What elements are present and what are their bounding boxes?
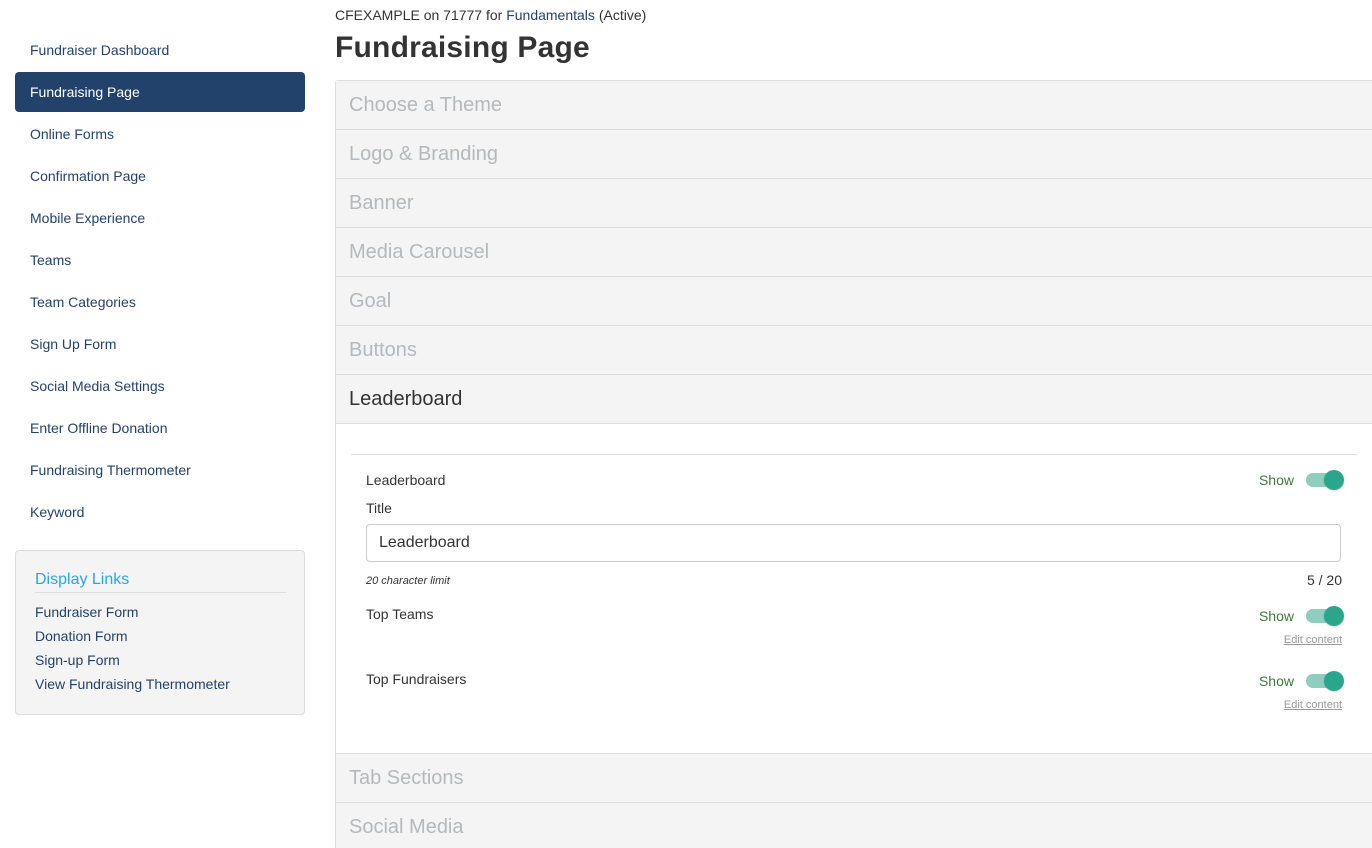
top-fundraisers-row: Top Fundraisers Show Edit content <box>351 669 1357 714</box>
section-logo-branding[interactable]: Logo & Branding <box>336 130 1372 179</box>
sidebar-item-fundraising-page[interactable]: Fundraising Page <box>15 72 305 112</box>
display-links-title: Display Links <box>35 571 286 593</box>
section-choose-theme[interactable]: Choose a Theme <box>336 81 1372 130</box>
sidebar-item-teams[interactable]: Teams <box>15 240 305 280</box>
character-counter: 5 / 20 <box>1306 572 1342 588</box>
section-tab-sections[interactable]: Tab Sections <box>336 754 1372 803</box>
campaign-link[interactable]: Fundamentals <box>506 7 595 23</box>
account-text: CFEXAMPLE on 71777 for <box>335 7 503 23</box>
title-hint-row: 20 character limit 5 / 20 <box>351 572 1357 588</box>
section-media-carousel[interactable]: Media Carousel <box>336 228 1372 277</box>
toggle-knob <box>1324 671 1344 691</box>
sidebar-item-fundraising-thermometer[interactable]: Fundraising Thermometer <box>15 450 305 490</box>
top-teams-edit-content-link[interactable]: Edit content <box>1284 633 1342 647</box>
display-link-fundraiser-form[interactable]: Fundraiser Form <box>35 600 285 624</box>
section-buttons[interactable]: Buttons <box>336 326 1372 375</box>
sidebar-item-keyword[interactable]: Keyword <box>15 492 305 532</box>
sidebar-item-sign-up-form[interactable]: Sign Up Form <box>15 324 305 364</box>
leaderboard-toggle-group: Show <box>1259 470 1344 490</box>
top-teams-label: Top Teams <box>366 606 434 622</box>
section-banner[interactable]: Banner <box>336 179 1372 228</box>
sidebar-item-fundraiser-dashboard[interactable]: Fundraiser Dashboard <box>15 30 305 70</box>
character-limit-hint: 20 character limit <box>366 575 450 587</box>
sidebar-item-mobile-experience[interactable]: Mobile Experience <box>15 198 305 238</box>
context-line: CFEXAMPLE on 71777 for Fundamentals (Act… <box>335 6 1372 24</box>
top-fundraisers-edit-content-link[interactable]: Edit content <box>1284 698 1342 712</box>
top-fundraisers-label: Top Fundraisers <box>366 671 467 687</box>
main-content: CFEXAMPLE on 71777 for Fundamentals (Act… <box>335 0 1372 848</box>
top-fundraisers-toggle-group: Show <box>1259 671 1344 691</box>
leaderboard-panel: Leaderboard Show Title 20 character limi… <box>336 424 1372 754</box>
top-teams-toggle[interactable] <box>1306 606 1344 626</box>
display-link-view-thermometer[interactable]: View Fundraising Thermometer <box>35 672 285 696</box>
sidebar-nav: Fundraiser Dashboard Fundraising Page On… <box>15 30 305 534</box>
sidebar-item-confirmation-page[interactable]: Confirmation Page <box>15 156 305 196</box>
panel-divider <box>351 454 1357 455</box>
toggle-knob <box>1324 606 1344 626</box>
title-input-row <box>351 524 1357 562</box>
top-fundraisers-toggle[interactable] <box>1306 671 1344 691</box>
display-link-sign-up-form[interactable]: Sign-up Form <box>35 648 285 672</box>
top-teams-row: Top Teams Show Edit content <box>351 604 1357 649</box>
sidebar-item-team-categories[interactable]: Team Categories <box>15 282 305 322</box>
leaderboard-toggle-row: Leaderboard Show <box>351 470 1357 490</box>
leaderboard-toggle[interactable] <box>1306 470 1344 490</box>
section-social-media[interactable]: Social Media <box>336 803 1372 848</box>
top-teams-toggle-group: Show <box>1259 606 1344 626</box>
top-fundraisers-show-label: Show <box>1258 673 1294 689</box>
section-goal[interactable]: Goal <box>336 277 1372 326</box>
display-links-panel: Display Links Fundraiser Form Donation F… <box>15 550 305 715</box>
toggle-knob <box>1324 470 1344 490</box>
leaderboard-title-input[interactable] <box>366 524 1341 562</box>
sidebar-item-social-media-settings[interactable]: Social Media Settings <box>15 366 305 406</box>
title-label-row: Title <box>351 500 1357 516</box>
section-leaderboard[interactable]: Leaderboard <box>336 375 1372 424</box>
title-label: Title <box>366 500 392 516</box>
page-title: Fundraising Page <box>335 31 590 64</box>
leaderboard-show-label: Show <box>1258 472 1294 488</box>
campaign-status: (Active) <box>598 7 647 23</box>
leaderboard-toggle-label: Leaderboard <box>366 472 446 488</box>
settings-accordion: Choose a Theme Logo & Branding Banner Me… <box>335 80 1372 848</box>
sidebar-item-online-forms[interactable]: Online Forms <box>15 114 305 154</box>
display-link-donation-form[interactable]: Donation Form <box>35 624 285 648</box>
sidebar-item-enter-offline-donation[interactable]: Enter Offline Donation <box>15 408 305 448</box>
top-teams-show-label: Show <box>1258 608 1294 624</box>
